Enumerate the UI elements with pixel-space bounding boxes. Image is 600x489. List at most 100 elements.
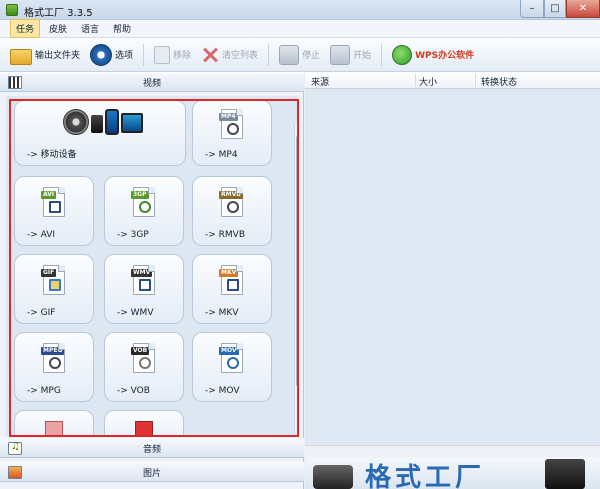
maximize-button[interactable]: □: [544, 0, 566, 18]
section-audio[interactable]: 音频: [0, 438, 304, 458]
menu-skin[interactable]: 皮肤: [44, 20, 72, 37]
mov-file-icon: MOV: [219, 343, 243, 373]
format-badge: AVI: [41, 191, 57, 199]
tile-3gp[interactable]: 3GP -> 3GP: [104, 176, 184, 246]
output-folder-button[interactable]: 输出文件夹: [10, 45, 80, 65]
tile-label: -> AVI: [27, 230, 56, 240]
remove-button[interactable]: 移除: [154, 45, 191, 64]
tile-avi[interactable]: AVI -> AVI: [14, 176, 94, 246]
tile-label: -> GIF: [27, 308, 56, 318]
column-source[interactable]: 来源: [311, 75, 329, 88]
film-reel-icon: [227, 201, 239, 213]
options-button[interactable]: 选项: [90, 43, 134, 66]
mpg-file-icon: MPEG: [41, 343, 65, 373]
vob-file-icon: VOB: [131, 343, 155, 373]
format-badge: RMVB: [219, 191, 243, 199]
menu-help[interactable]: 帮助: [108, 20, 136, 37]
menu-task[interactable]: 任务: [10, 19, 41, 38]
minimize-button[interactable]: –: [520, 0, 544, 18]
format-badge: GIF: [41, 269, 57, 277]
toolbar-divider: [268, 43, 270, 66]
tile-rmvb[interactable]: RMVB -> RMVB: [192, 176, 272, 246]
tile-label: -> MP4: [205, 150, 238, 160]
mkv-file-icon: MKV: [219, 265, 243, 295]
output-folder-label: 输出文件夹: [35, 51, 81, 61]
column-divider: [415, 74, 416, 87]
film-reel-icon: [63, 109, 89, 135]
stop-icon: [279, 44, 300, 65]
camera-icon: [139, 279, 151, 291]
wps-label: WPS办公软件: [415, 51, 475, 61]
3gp-file-icon: 3GP: [131, 187, 155, 217]
format-badge: 3GP: [131, 191, 149, 199]
start-button[interactable]: 开始: [330, 44, 372, 65]
file-icon: [45, 421, 63, 436]
camera-icon: [313, 465, 353, 489]
section-picture-label: 图片: [142, 468, 161, 479]
left-panel: 视频 -> 移动设备 MP4 -> MP4 AVI -> AVI 3GP -> …: [0, 72, 304, 489]
close-button[interactable]: ✕: [566, 0, 600, 18]
clear-list-label: 清空列表: [222, 51, 259, 61]
menu-language[interactable]: 语言: [76, 20, 104, 37]
tile-partial[interactable]: [14, 410, 94, 436]
options-label: 选项: [115, 51, 134, 61]
tile-gif[interactable]: GIF -> GIF: [14, 254, 94, 324]
column-divider: [475, 74, 476, 87]
format-badge: VOB: [131, 347, 150, 355]
toolbar-divider: [143, 43, 145, 66]
title-bar: 格式工厂 3.3.5 – □ ✕: [0, 0, 600, 20]
tile-label: -> WMV: [117, 308, 154, 318]
tile-label: -> VOB: [117, 386, 150, 396]
tile-label: -> 移动设备: [27, 150, 77, 160]
scroll-thumb[interactable]: [296, 136, 298, 386]
column-size[interactable]: 大小: [419, 75, 437, 88]
film-reel-icon: [49, 357, 61, 369]
gif-file-icon: GIF: [41, 265, 65, 295]
column-status[interactable]: 转换状态: [481, 75, 517, 88]
clear-icon: [201, 46, 219, 64]
section-video[interactable]: 视频: [0, 72, 304, 92]
tile-wmv[interactable]: WMV -> WMV: [104, 254, 184, 324]
banner-title: 格式工厂: [365, 463, 486, 489]
tile-vob[interactable]: VOB -> VOB: [104, 332, 184, 402]
tablet-icon: [121, 113, 143, 133]
wps-button[interactable]: WPS办公软件: [392, 44, 475, 65]
app-icon: [6, 4, 18, 16]
start-label: 开始: [353, 51, 372, 61]
vertical-scrollbar[interactable]: [294, 124, 298, 436]
menu-bar: 任务 皮肤 语言 帮助: [0, 19, 600, 38]
window-title: 格式工厂 3.3.5: [24, 8, 93, 19]
tile-mobile-device[interactable]: -> 移动设备: [14, 100, 186, 166]
promo-banner[interactable]: 格式工厂: [305, 457, 600, 489]
folder-icon: [10, 48, 32, 65]
task-list[interactable]: [305, 89, 600, 445]
format-grid: -> 移动设备 MP4 -> MP4 AVI -> AVI 3GP -> 3GP: [6, 96, 298, 436]
stop-label: 停止: [302, 51, 321, 61]
picture-icon: [8, 466, 22, 479]
tile-mov[interactable]: MOV -> MOV: [192, 332, 272, 402]
phone-icon: [105, 109, 119, 135]
task-list-panel: 来源 大小 转换状态 格式工厂: [305, 72, 600, 489]
toolbar: 输出文件夹 选项 移除 清空列表 停止 开始 WPS办公软件: [0, 38, 600, 72]
tile-mpg[interactable]: MPEG -> MPG: [14, 332, 94, 402]
filmstrip-icon: [49, 201, 61, 213]
format-badge: MPEG: [41, 347, 65, 355]
quicktime-icon: [227, 357, 239, 369]
file-icon: [135, 421, 153, 436]
tile-partial[interactable]: [104, 410, 184, 436]
tile-mkv[interactable]: MKV -> MKV: [192, 254, 272, 324]
rmvb-file-icon: RMVB: [219, 187, 243, 217]
tile-label: -> RMVB: [205, 230, 245, 240]
format-badge: MKV: [219, 269, 239, 277]
format-badge: MP4: [219, 113, 238, 121]
section-video-label: 视频: [142, 78, 161, 89]
film-reel-icon: [139, 201, 151, 213]
options-icon: [90, 43, 113, 66]
stop-button[interactable]: 停止: [279, 44, 321, 65]
clear-list-button[interactable]: 清空列表: [201, 46, 258, 64]
mp4-file-icon: MP4: [219, 109, 243, 139]
tile-mp4[interactable]: MP4 -> MP4: [192, 100, 272, 166]
section-picture[interactable]: 图片: [0, 462, 304, 482]
horizontal-scrollbar[interactable]: [305, 445, 600, 457]
phone-icon: [545, 459, 585, 489]
